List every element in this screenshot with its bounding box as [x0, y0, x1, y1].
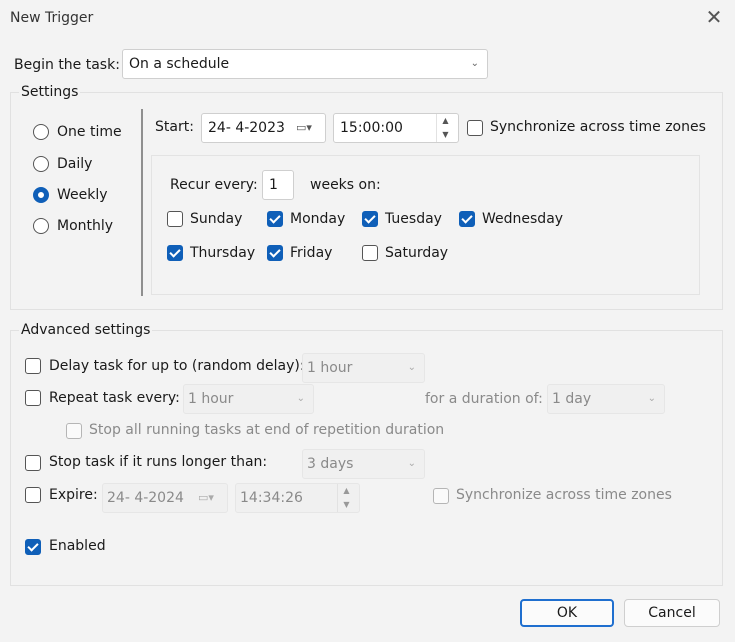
stop-longer-checkbox[interactable] [25, 455, 41, 471]
enabled-checkbox[interactable] [25, 539, 41, 555]
day-tuesday-checkbox[interactable] [362, 211, 378, 227]
sync-timezones-label: Synchronize across time zones [490, 119, 706, 135]
duration-select[interactable]: 1 day ⌄ [547, 384, 665, 414]
expire-time-spinner[interactable]: ▲ ▼ [337, 484, 355, 512]
day-saturday-checkbox[interactable] [362, 245, 378, 261]
expire-sync-checkbox[interactable] [433, 488, 449, 504]
expire-checkbox[interactable] [25, 487, 41, 503]
duration-label: for a duration of: [425, 391, 543, 407]
start-time-value: 15:00:00 [340, 120, 403, 136]
stop-longer-label: Stop task if it runs longer than: [49, 454, 268, 470]
day-friday-label: Friday [290, 245, 333, 261]
recur-weeks-value: 1 [269, 177, 278, 193]
day-sunday-label: Sunday [190, 211, 243, 227]
weeks-on-label: weeks on: [310, 177, 381, 193]
day-monday-label: Monday [290, 211, 346, 227]
ok-button[interactable]: OK [520, 599, 614, 627]
spin-down-icon[interactable]: ▼ [437, 128, 454, 142]
day-sunday-checkbox[interactable] [167, 211, 183, 227]
day-friday-checkbox[interactable] [267, 245, 283, 261]
duration-value: 1 day [552, 391, 592, 407]
start-date-value: 24- 4-2023 [208, 120, 285, 136]
spin-down-icon[interactable]: ▼ [338, 498, 355, 512]
delay-task-checkbox[interactable] [25, 358, 41, 374]
radio-monthly-label: Monthly [57, 218, 114, 234]
chevron-down-icon: ⌄ [647, 393, 656, 404]
day-thursday-checkbox[interactable] [167, 245, 183, 261]
stop-all-tasks-checkbox[interactable] [66, 423, 82, 439]
stop-longer-value: 3 days [307, 456, 354, 472]
day-wednesday-label: Wednesday [482, 211, 564, 227]
calendar-icon[interactable]: ▭▾ [296, 114, 312, 142]
expire-sync-label: Synchronize across time zones [456, 487, 672, 503]
day-saturday-label: Saturday [385, 245, 449, 261]
expire-time-value: 14:34:26 [240, 490, 303, 506]
calendar-icon[interactable]: ▭▾ [198, 484, 214, 512]
day-tuesday-label: Tuesday [385, 211, 442, 227]
chevron-down-icon: ⌄ [407, 458, 416, 469]
start-date-picker[interactable]: 24- 4-2023 ▭▾ [201, 113, 326, 143]
settings-divider [141, 109, 143, 296]
begin-task-select[interactable]: On a schedule ⌄ [122, 49, 488, 79]
settings-group-label: Settings [19, 84, 81, 100]
window-title: New Trigger [10, 10, 94, 26]
expire-date-picker[interactable]: 24- 4-2024 ▭▾ [102, 483, 228, 513]
spin-up-icon[interactable]: ▲ [338, 484, 355, 498]
day-wednesday-checkbox[interactable] [459, 211, 475, 227]
spin-up-icon[interactable]: ▲ [437, 114, 454, 128]
stop-all-tasks-label: Stop all running tasks at end of repetit… [89, 422, 445, 438]
start-time-field[interactable]: 15:00:00 ▲ ▼ [333, 113, 459, 143]
chevron-down-icon: ⌄ [407, 362, 416, 373]
radio-monthly[interactable] [33, 218, 49, 234]
repeat-interval-select[interactable]: 1 hour ⌄ [183, 384, 314, 414]
begin-task-value: On a schedule [129, 56, 230, 72]
expire-label: Expire: [49, 487, 98, 503]
repeat-task-checkbox[interactable] [25, 390, 41, 406]
sync-timezones-checkbox[interactable] [467, 120, 483, 136]
advanced-settings-label: Advanced settings [19, 322, 153, 338]
enabled-label: Enabled [49, 538, 106, 554]
repeat-interval-value: 1 hour [188, 391, 234, 407]
day-monday-checkbox[interactable] [267, 211, 283, 227]
expire-date-value: 24- 4-2024 [107, 490, 184, 506]
repeat-task-label: Repeat task every: [49, 390, 180, 406]
expire-time-field[interactable]: 14:34:26 ▲ ▼ [235, 483, 360, 513]
day-thursday-label: Thursday [190, 245, 256, 261]
radio-one-time[interactable] [33, 124, 49, 140]
delay-task-select[interactable]: 1 hour ⌄ [302, 353, 425, 383]
recur-weeks-input[interactable]: 1 [262, 170, 294, 200]
chevron-down-icon: ⌄ [470, 58, 479, 69]
radio-weekly[interactable] [33, 187, 49, 203]
stop-longer-select[interactable]: 3 days ⌄ [302, 449, 425, 479]
start-time-spinner[interactable]: ▲ ▼ [436, 114, 454, 142]
cancel-button[interactable]: Cancel [624, 599, 720, 627]
begin-task-label: Begin the task: [14, 57, 120, 73]
radio-weekly-label: Weekly [57, 187, 108, 203]
radio-daily-label: Daily [57, 156, 93, 172]
radio-daily[interactable] [33, 156, 49, 172]
recur-every-label: Recur every: [170, 177, 258, 193]
close-icon[interactable]: ✕ [704, 7, 724, 28]
start-label: Start: [155, 119, 194, 135]
delay-task-label: Delay task for up to (random delay): [49, 358, 305, 374]
radio-one-time-label: One time [57, 124, 122, 140]
chevron-down-icon: ⌄ [296, 393, 305, 404]
delay-task-value: 1 hour [307, 360, 353, 376]
